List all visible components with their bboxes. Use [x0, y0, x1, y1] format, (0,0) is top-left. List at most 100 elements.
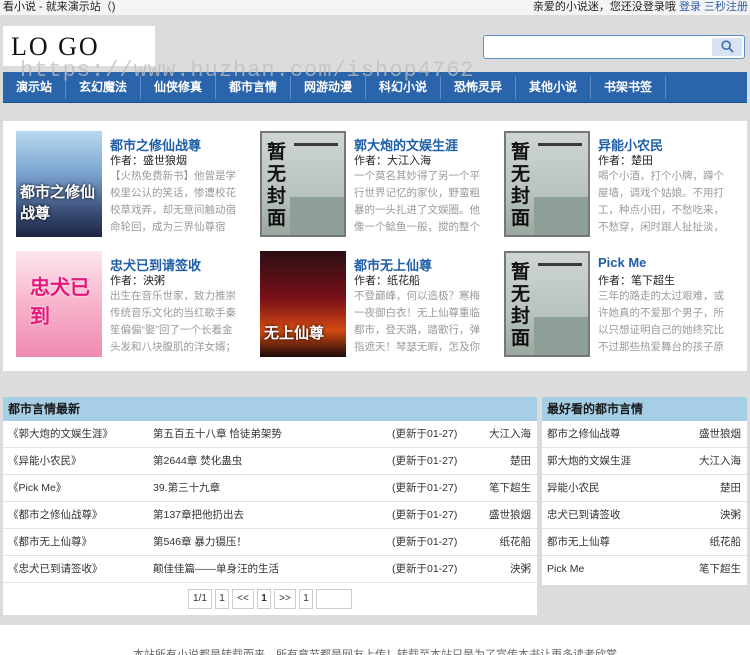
list-item: 郭大炮的文娱生涯 大江入海 — [542, 448, 747, 475]
row-chapter-link[interactable]: 第五百五十八章 恰徒弟架势 — [153, 421, 282, 448]
book-author: 作者：泱粥 — [110, 275, 165, 287]
row-book-link[interactable]: 《郭大炮的文娱生涯》 — [8, 421, 113, 448]
row-updated: (更新于01-27) — [392, 428, 458, 440]
row-updated: (更新于01-27) — [392, 563, 458, 575]
latest-updates-panel: 都市言情最新 《郭大炮的文娱生涯》 第五百五十八章 恰徒弟架势 (更新于01-2… — [3, 397, 537, 615]
table-row: 《都市之修仙战尊》 第137章把他扔出去 (更新于01-27) 盛世狼烟 — [3, 502, 537, 529]
list-item: 忠犬已到请签收 泱粥 — [542, 502, 747, 529]
rank-book-link[interactable]: 都市无上仙尊 — [547, 529, 610, 556]
book-author: 作者：纸花船 — [354, 275, 420, 287]
row-book-link[interactable]: 《Pick Me》 — [8, 475, 66, 502]
pavilion-image — [294, 143, 338, 183]
nav-item-horror[interactable]: 恐怖灵异 — [441, 72, 515, 103]
water-image — [534, 197, 588, 235]
logo-text: LO GO — [11, 32, 100, 61]
book-cover[interactable]: 都市之修仙战尊 — [16, 131, 102, 237]
table-row: 《Pick Me》 39.第三十九章 (更新于01-27) 笔下超生 — [3, 475, 537, 502]
greeting-text: 亲爱的小说迷，您还没登录哦 — [532, 1, 676, 13]
no-cover-text: 暂无封面 — [267, 141, 287, 229]
first-page-button[interactable]: 1 — [215, 589, 229, 609]
list-item: 异能小农民 楚田 — [542, 475, 747, 502]
rank-book-link[interactable]: Pick Me — [547, 556, 584, 583]
rank-author: 笔下超生 — [699, 563, 741, 575]
cover-title: 无上仙尊 — [264, 325, 325, 342]
rank-author: 大江入海 — [699, 455, 741, 467]
nav-divider — [665, 76, 666, 99]
featured-books: 都市之修仙战尊 都市之修仙战尊 作者：盛世狼烟 【火热免费新书】他曾是学校里公认… — [3, 121, 747, 371]
nav-item-game[interactable]: 网游动漫 — [291, 72, 365, 103]
book-cover-placeholder[interactable]: 暂无封面 — [504, 251, 590, 357]
book-title[interactable]: Pick Me — [598, 255, 646, 270]
register-link[interactable]: 三秒注册 — [704, 1, 748, 13]
book-description: 一个莫名其妙得了另一个平行世界记忆的家伙，野蛮粗暴的一头扎进了文娱圈。他像一个鲶… — [354, 170, 480, 233]
book-description: 三年的路走的太过艰难，或许她真的不爱那个男子，所以只想证明自己的她终究比不过那些… — [598, 290, 724, 353]
header: LO GO — [0, 15, 750, 71]
row-author: 泱粥 — [510, 563, 531, 575]
row-updated: (更新于01-27) — [392, 455, 458, 467]
nav-item-fantasy[interactable]: 玄幻魔法 — [66, 72, 140, 103]
row-author: 纸花船 — [499, 536, 532, 548]
list-item: Pick Me 笔下超生 — [542, 556, 747, 583]
row-chapter-link[interactable]: 第546章 暴力镊压！ — [153, 529, 247, 556]
page-jump-input[interactable] — [316, 589, 352, 609]
rank-author: 泱粥 — [720, 509, 741, 521]
search-icon — [721, 40, 734, 53]
search-input[interactable] — [488, 38, 710, 56]
next-page-button[interactable]: >> — [274, 589, 296, 609]
book-description: 喝个小酒，打个小牌，蹲个屋墙，调戏个姑娘。不用打工，种点小田，不愁吃来，不愁穿，… — [598, 170, 724, 233]
water-image — [534, 317, 588, 355]
book-card[interactable]: 都市之修仙战尊 都市之修仙战尊 作者：盛世狼烟 【火热免费新书】他曾是学校里公认… — [6, 121, 238, 237]
book-author: 作者：大江入海 — [354, 155, 431, 167]
nav-item-bookshelf[interactable]: 书架书签 — [591, 72, 665, 103]
site-tagline: 看小说 - 就来演示站（) — [3, 1, 116, 13]
site-logo[interactable]: LO GO — [3, 26, 155, 66]
top-bar: 看小说 - 就来演示站（) 亲爱的小说迷，您还没登录哦 登录 三秒注册 — [0, 0, 750, 15]
rank-book-link[interactable]: 忠犬已到请签收 — [547, 502, 621, 529]
list-item: 都市之修仙战尊 盛世狼烟 — [542, 421, 747, 448]
row-author: 楚田 — [510, 455, 531, 467]
row-book-link[interactable]: 《都市无上仙尊》 — [8, 529, 92, 556]
water-image — [290, 197, 344, 235]
nav-item-xianxia[interactable]: 仙侠修真 — [141, 72, 215, 103]
row-chapter-link[interactable]: 颠佳佳篇——单身汪的生活 — [153, 556, 279, 583]
search-box — [483, 35, 745, 59]
book-cover[interactable]: 忠犬已到 — [16, 251, 102, 357]
book-card[interactable]: 暂无封面 异能小农民 作者：楚田 喝个小酒，打个小牌，蹲个屋墙，调戏个姑娘。不用… — [494, 121, 726, 237]
rank-book-link[interactable]: 异能小农民 — [547, 475, 600, 502]
row-book-link[interactable]: 《异能小农民》 — [8, 448, 82, 475]
book-cover[interactable]: 无上仙尊 — [260, 251, 346, 357]
nav-item-home[interactable]: 演示站 — [3, 72, 65, 103]
book-card[interactable]: 暂无封面 郭大炮的文娱生涯 作者：大江入海 一个莫名其妙得了另一个平行世界记忆的… — [250, 121, 482, 237]
nav-item-scifi[interactable]: 科幻小说 — [366, 72, 440, 103]
nav-item-other[interactable]: 其他小说 — [516, 72, 590, 103]
nav-item-urban[interactable]: 都市言情 — [216, 72, 290, 103]
book-card[interactable]: 无上仙尊 都市无上仙尊 作者：纸花船 不登巅峰，何以造极？寒梅一夜御白衣！无上仙… — [250, 241, 482, 357]
rank-author: 盛世狼烟 — [699, 428, 741, 440]
top-rated-panel: 最好看的都市言情 都市之修仙战尊 盛世狼烟 郭大炮的文娱生涯 大江入海 异能小农… — [542, 397, 747, 585]
prev-page-button[interactable]: << — [232, 589, 254, 609]
footer-disclaimer: 本站所有小说都是转载而来，所有章节都是网友上传！转载至本站只是为了宣传本书让更多… — [133, 649, 617, 655]
row-chapter-link[interactable]: 39.第三十九章 — [153, 475, 220, 502]
cover-title: 忠犬已到 — [30, 277, 90, 328]
book-author: 作者：盛世狼烟 — [110, 155, 187, 167]
table-row: 《都市无上仙尊》 第546章 暴力镊压！ (更新于01-27) 纸花船 — [3, 529, 537, 556]
row-chapter-link[interactable]: 第2644章 焚化蛊虫 — [153, 448, 242, 475]
rank-book-link[interactable]: 都市之修仙战尊 — [547, 421, 621, 448]
row-book-link[interactable]: 《都市之修仙战尊》 — [8, 502, 103, 529]
table-row: 《异能小农民》 第2644章 焚化蛊虫 (更新于01-27) 楚田 — [3, 448, 537, 475]
rank-book-link[interactable]: 郭大炮的文娱生涯 — [547, 448, 631, 475]
section-heading: 都市言情最新 — [3, 397, 537, 421]
row-author: 大江入海 — [489, 428, 531, 440]
last-page-button[interactable]: 1 — [299, 589, 313, 609]
login-link[interactable]: 登录 — [679, 1, 701, 13]
row-updated: (更新于01-27) — [392, 482, 458, 494]
book-card[interactable]: 暂无封面 Pick Me 作者：笔下超生 三年的路走的太过艰难，或许她真的不爱那… — [494, 241, 726, 357]
row-chapter-link[interactable]: 第137章把他扔出去 — [153, 502, 244, 529]
user-status: 亲爱的小说迷，您还没登录哦 登录 三秒注册 — [533, 0, 748, 14]
search-button[interactable] — [712, 38, 742, 56]
book-card[interactable]: 忠犬已到 忠犬已到请签收 作者：泱粥 出生在音乐世家，致力推崇传统音乐文化的当红… — [6, 241, 238, 357]
row-book-link[interactable]: 《忠犬已到请签收》 — [8, 556, 103, 583]
book-cover-placeholder[interactable]: 暂无封面 — [504, 131, 590, 237]
book-cover-placeholder[interactable]: 暂无封面 — [260, 131, 346, 237]
no-cover-text: 暂无封面 — [511, 141, 531, 229]
